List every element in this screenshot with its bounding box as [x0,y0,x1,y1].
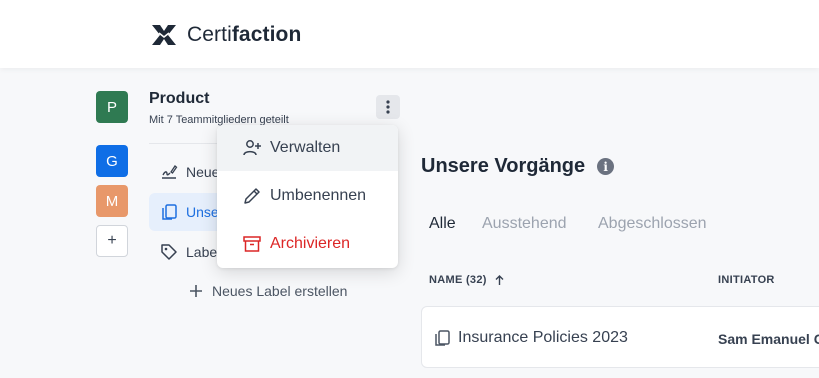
menu-item-rename[interactable]: Umbenennen [217,173,398,219]
sidebar-item-label: Unse [186,204,219,220]
create-label-button[interactable]: Neues Label erstellen [190,283,347,299]
sidebar-item-label: Neue [186,164,220,180]
menu-item-label: Archivieren [270,235,351,252]
page-title-text: Unsere Vorgänge [421,155,586,177]
brand-name: Certifaction [187,23,301,47]
column-header-name-label: NAME (32) [429,274,487,286]
documents-icon [435,330,450,346]
menu-item-label: Umbenennen [270,187,367,204]
add-workspace-button[interactable]: + [96,225,128,257]
logo-mark-icon [152,25,176,45]
menu-item-manage[interactable]: Verwalten [217,125,398,171]
sidebar-item-label: Label [186,244,221,260]
workspace-title: Product [149,90,210,107]
more-vertical-icon [386,100,390,114]
brand-name-bold: faction [231,23,302,46]
column-header-initiator[interactable]: INITIATOR [718,274,775,286]
certifaction-logo[interactable]: Certifaction [150,21,301,49]
column-header-name[interactable]: NAME (32) [429,274,504,286]
tag-icon [161,244,177,260]
menu-item-archive[interactable]: Archivieren [217,221,398,267]
archive-icon [243,236,261,252]
create-label-text: Neues Label erstellen [212,283,348,299]
plus-icon [190,285,202,297]
signature-icon [162,165,178,179]
menu-item-label: Verwalten [270,139,341,156]
row-initiator: Sam Emanuel C [718,331,819,347]
workspace-context-menu: Verwalten Umbenennen Archivieren [217,125,398,268]
workspace-button-g[interactable]: G [96,145,128,177]
info-icon[interactable]: i [597,158,615,175]
tab-pending[interactable]: Ausstehend [482,215,567,233]
brand-name-light: Certi [187,23,232,46]
documents-icon [162,204,177,220]
sort-ascending-icon [495,274,504,285]
tab-completed[interactable]: Abgeschlossen [598,215,707,233]
user-plus-icon [243,140,261,156]
row-name: Insurance Policies 2023 [458,329,628,346]
table-row[interactable]: Insurance Policies 2023 Sam Emanuel C [421,306,819,368]
top-bar: Certifaction [0,0,819,68]
tab-all[interactable]: Alle [429,215,456,233]
pencil-icon [244,188,260,204]
workspace-button-p[interactable]: P [96,91,128,123]
page-title: Unsere Vorgänge i [421,155,615,178]
workspace-options-button[interactable] [376,95,400,119]
workspace-button-m[interactable]: M [96,185,128,217]
